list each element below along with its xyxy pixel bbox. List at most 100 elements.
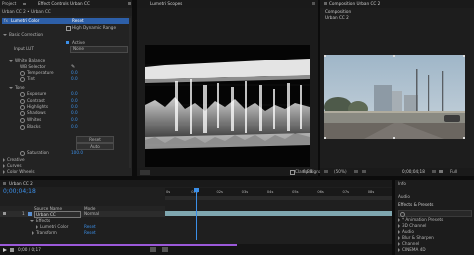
tab-composition[interactable]: Composition Urban CC 2 (329, 1, 380, 7)
hdr-checkbox[interactable] (66, 26, 71, 31)
tab-project[interactable]: Project (2, 1, 16, 7)
stopwatch-icon[interactable] (20, 124, 25, 130)
stopwatch-icon[interactable] (20, 98, 25, 104)
layer-mode[interactable]: Normal (84, 211, 99, 217)
mask-icon[interactable] (362, 170, 366, 173)
input-lut-label: Input LUT (14, 46, 34, 51)
zoom-level[interactable]: (50%) (334, 169, 347, 175)
exposure-value[interactable]: 0.0 (71, 91, 78, 97)
tone-auto-button[interactable]: Auto (76, 143, 114, 150)
creative-row[interactable]: Creative (0, 157, 132, 163)
curves-label: Curves (3, 163, 22, 169)
tint-value[interactable]: 0.0 (71, 76, 78, 82)
composition-viewer (324, 55, 465, 139)
stopwatch-icon[interactable] (20, 117, 25, 123)
layer-row[interactable]: 1 Urban CC Normal (0, 211, 165, 218)
grid-icon[interactable] (354, 170, 358, 173)
bit-depth-label[interactable]: 8 Bit (303, 169, 313, 175)
volume-icon[interactable] (10, 248, 14, 252)
panel-menu-icon[interactable] (312, 2, 315, 5)
contrast-value[interactable]: 0.0 (71, 98, 78, 104)
time-ruler[interactable]: 0s 01s 02s 03s 04s 05s 06s 07s 08s (165, 188, 392, 196)
work-area-bar[interactable] (165, 196, 392, 200)
ruler-tick-label: 05s (292, 190, 299, 194)
magnifier-icon[interactable] (324, 170, 328, 173)
shadows-value[interactable]: 0.0 (71, 110, 78, 116)
transform-label: Transform (32, 230, 57, 236)
effects-list-item[interactable]: CINEMA 4D (398, 247, 470, 253)
transform-handle[interactable] (463, 55, 465, 57)
play-icon[interactable] (3, 248, 7, 252)
transform-handle[interactable] (393, 55, 395, 57)
transform-handle[interactable] (393, 137, 395, 139)
ruler-tick-label: 04s (266, 190, 274, 194)
basic-correction-row[interactable]: Basic Correction (0, 32, 132, 38)
stopwatch-icon[interactable] (20, 76, 25, 82)
tab-effect-controls[interactable]: Effect Controls Urban CC (38, 1, 90, 7)
basic-correction-label: Basic Correction (3, 32, 43, 38)
playbar-settings-icon[interactable] (150, 247, 156, 252)
transform-handle[interactable] (463, 137, 465, 139)
saturation-value[interactable]: 100.0 (71, 150, 83, 156)
stopwatch-icon[interactable] (20, 104, 25, 110)
blacks-value[interactable]: 0.0 (71, 124, 78, 130)
resolution-dropdown[interactable]: Full (450, 169, 457, 175)
expand-icon (398, 242, 400, 246)
highlights-value[interactable]: 0.0 (71, 104, 78, 110)
stopwatch-icon[interactable] (20, 150, 25, 156)
curves-row[interactable]: Curves (0, 163, 132, 169)
transform-reset-link[interactable]: Reset (84, 230, 96, 236)
effects-search-input[interactable] (398, 210, 472, 217)
stopwatch-icon[interactable] (20, 110, 25, 116)
whites-value[interactable]: 0.0 (71, 117, 78, 123)
effects-presets-title[interactable]: Effects & Presets (398, 202, 433, 208)
input-lut-dropdown[interactable]: None (70, 46, 128, 53)
temperature-value[interactable]: 0.0 (71, 70, 78, 76)
white-balance-row[interactable]: White Balance (0, 58, 132, 64)
audio-tab[interactable]: Audio (398, 194, 410, 200)
fullscreen-icon[interactable] (162, 247, 168, 252)
scope-settings-icon[interactable] (140, 170, 150, 175)
transform-row[interactable]: Transform Reset (0, 230, 165, 235)
lumetri-row[interactable]: Lumetri Color Reset (0, 224, 165, 229)
close-icon[interactable] (3, 182, 6, 185)
info-tab[interactable]: Info (398, 181, 406, 187)
stopwatch-icon[interactable] (20, 91, 25, 97)
playback-progress[interactable] (0, 244, 237, 246)
panel-menu-icon[interactable] (128, 2, 131, 5)
effect-reset-link[interactable]: Reset (72, 18, 84, 24)
active-checkbox[interactable] (66, 41, 69, 44)
camera-icon[interactable] (432, 170, 436, 173)
saturation-row: Saturation 100.0 (0, 150, 132, 156)
effects-row[interactable]: Effects (0, 218, 165, 223)
tone-row[interactable]: Tone (0, 85, 132, 91)
tab-lumetri-scopes[interactable]: Lumetri Scopes (150, 1, 182, 7)
transform-handle[interactable] (324, 137, 326, 139)
expand-icon (398, 236, 400, 240)
expand-icon (398, 218, 400, 222)
layer-number: 1 (22, 211, 25, 216)
timeline-tabs: Urban CC 2 (0, 180, 392, 187)
expand-icon (3, 170, 5, 174)
exposure-label: Exposure (20, 91, 46, 97)
stopwatch-icon[interactable] (20, 70, 25, 76)
ruler-tick-label: 0s (166, 190, 171, 194)
left-scrollbar[interactable] (129, 18, 131, 168)
comp-timecode[interactable]: 0;00;04;18 (402, 169, 425, 175)
eye-icon[interactable] (3, 212, 6, 215)
playhead-handle[interactable] (194, 188, 199, 192)
eyedropper-icon[interactable]: ✎ (71, 64, 75, 69)
color-wheels-row[interactable]: Color Wheels (0, 169, 132, 175)
layer-row[interactable]: fx Lumetri Color Reset (2, 18, 130, 24)
creative-label: Creative (3, 157, 25, 163)
tab-timeline[interactable]: Urban CC 2 (9, 181, 33, 187)
layer-bar[interactable] (165, 211, 392, 216)
collapse-icon (30, 219, 34, 222)
lock-icon[interactable] (324, 2, 327, 5)
tone-reset-button[interactable]: Reset (76, 136, 114, 143)
transform-handle[interactable] (324, 55, 326, 57)
menu-icon[interactable] (23, 3, 26, 5)
color-icon[interactable] (439, 170, 443, 173)
playhead[interactable] (196, 188, 197, 240)
timeline-timecode[interactable]: 0;00;04;18 (3, 188, 36, 195)
